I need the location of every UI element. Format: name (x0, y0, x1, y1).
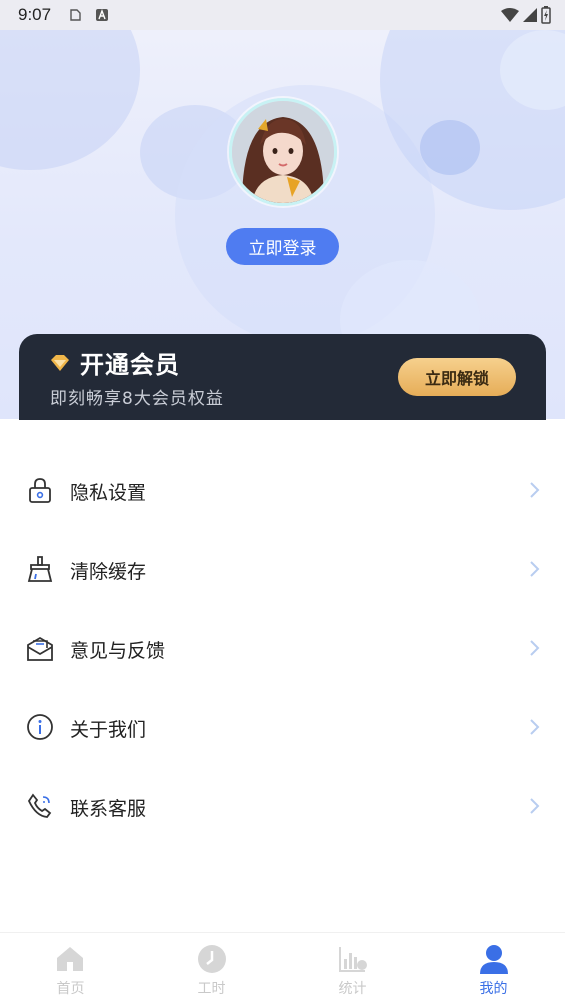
signal-icon (523, 8, 537, 22)
bottom-tab-bar: 首页 工时 统计 我的 (0, 932, 565, 1004)
avatar-girl-illustration (232, 101, 334, 203)
menu-item-contact[interactable]: 联系客服 (0, 776, 565, 836)
menu-item-about[interactable]: 关于我们 (0, 697, 565, 757)
menu-item-privacy[interactable]: 隐私设置 (0, 460, 565, 520)
info-icon (27, 714, 53, 740)
tab-label: 工时 (197, 981, 226, 997)
status-right-icons (501, 6, 551, 24)
decor-bubble (420, 120, 480, 175)
tab-home[interactable]: 首页 (0, 933, 141, 1004)
status-bar: 9:07 (0, 0, 565, 30)
chevron-right-icon (530, 798, 540, 814)
wifi-icon (501, 8, 519, 22)
login-button[interactable]: 立即登录 (226, 228, 339, 265)
menu-item-label: 意见与反馈 (70, 640, 166, 662)
chevron-right-icon (530, 561, 540, 577)
chevron-right-icon (530, 640, 540, 656)
tab-stats[interactable]: 统计 (282, 933, 423, 1004)
chart-icon (339, 947, 367, 972)
user-icon (480, 945, 508, 974)
menu-item-label: 关于我们 (70, 719, 147, 741)
menu-item-feedback[interactable]: 意见与反馈 (0, 618, 565, 678)
menu-item-clear-cache[interactable]: 清除缓存 (0, 539, 565, 599)
mail-icon (27, 636, 53, 661)
chevron-right-icon (530, 719, 540, 735)
menu-item-label: 联系客服 (70, 798, 147, 820)
vip-subtitle: 即刻畅享8大会员权益 (50, 389, 224, 409)
clock-icon (198, 945, 226, 973)
tab-label: 我的 (479, 981, 508, 997)
menu-item-label: 隐私设置 (70, 482, 147, 504)
home-icon (57, 947, 83, 971)
vip-unlock-button[interactable]: 立即解锁 (398, 358, 516, 396)
a-badge-icon (96, 9, 108, 21)
chevron-right-icon (530, 482, 540, 498)
diamond-icon (51, 355, 69, 371)
vip-title: 开通会员 (80, 351, 180, 379)
tab-label: 首页 (56, 981, 85, 997)
file-icon (70, 9, 81, 21)
phone-service-icon (27, 793, 52, 818)
status-time: 9:07 (18, 5, 52, 24)
decor-bubble (0, 30, 140, 170)
tab-mine[interactable]: 我的 (423, 933, 564, 1004)
vip-card[interactable]: 开通会员 即刻畅享8大会员权益 立即解锁 (19, 334, 546, 420)
avatar[interactable] (229, 98, 337, 206)
broom-icon (27, 556, 53, 582)
tab-label: 统计 (338, 981, 367, 997)
menu-item-label: 清除缓存 (70, 561, 147, 583)
lock-icon (29, 478, 51, 503)
battery-icon (541, 6, 551, 24)
tab-hours[interactable]: 工时 (141, 933, 282, 1004)
